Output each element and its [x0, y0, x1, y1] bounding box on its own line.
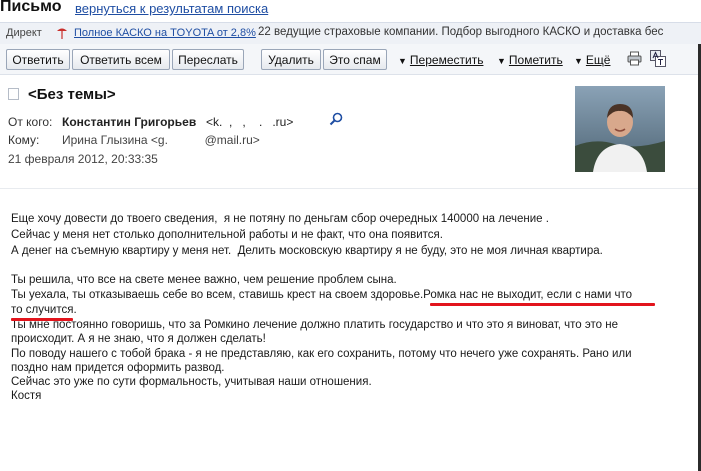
recipient[interactable]: Ирина Глызина <g. @mail.ru> [62, 133, 260, 147]
from-label: От кого: [8, 115, 53, 129]
sender-name[interactable]: Константин Григорьев [62, 115, 196, 129]
message-date: 21 февраля 2012, 20:33:35 [8, 152, 158, 166]
move-label: Переместить [409, 53, 484, 67]
flag-icon[interactable] [8, 88, 19, 100]
body-line: поздно нам придется оформить развод. [11, 362, 225, 374]
direct-label: Директ [6, 27, 42, 39]
page-title: Письмо [0, 0, 62, 15]
direct-ad-link[interactable]: Полное КАСКО на TOYOTA от 2,8% [74, 27, 256, 39]
mark-menu[interactable]: ▼ Пометить [497, 53, 563, 67]
body-line: Сейчас это уже по сути формальность, учи… [11, 376, 372, 388]
mark-label: Пометить [508, 53, 563, 67]
highlight-underline [430, 303, 655, 306]
message-toolbar: Ответить Ответить всем Переслать Удалить… [0, 44, 701, 75]
direct-ad-text: 22 ведущие страховые компании. Подбор вы… [258, 26, 664, 38]
back-to-search-link[interactable]: вернуться к результатам поиска [75, 1, 268, 16]
body-line: А денег на съемную квартиру у меня нет. … [11, 245, 603, 257]
spam-button[interactable]: Это спам [323, 49, 387, 70]
highlight-underline [11, 318, 73, 321]
direct-ad-icon [57, 28, 67, 39]
to-label: Кому: [8, 133, 40, 147]
avatar-photo [575, 86, 665, 172]
header-divider [0, 188, 698, 189]
forward-button[interactable]: Переслать [172, 49, 244, 70]
print-icon[interactable] [627, 51, 642, 66]
direct-ad-bar: Директ Полное КАСКО на TOYOTA от 2,8% 22… [0, 22, 701, 45]
body-line: то случится. [11, 304, 77, 316]
move-dropdown-icon: ▼ [398, 56, 407, 66]
sender-email[interactable]: <k. , , . .ru> [206, 115, 293, 129]
body-line: Ты уехала, ты отказываешь себе во всем, … [11, 289, 633, 301]
body-line: Ты решила, что все на свете менее важно,… [11, 274, 397, 286]
delete-button[interactable]: Удалить [261, 49, 321, 70]
move-menu[interactable]: ▼ Переместить [398, 53, 483, 67]
body-line: Еще хочу довести до твоего сведения, я н… [11, 213, 549, 225]
reply-all-button[interactable]: Ответить всем [72, 49, 170, 70]
body-line: Ты мне постоянно говоришь, что за Ромкин… [11, 319, 618, 331]
mark-dropdown-icon: ▼ [497, 56, 506, 66]
search-icon[interactable] [329, 112, 343, 126]
translate-icon[interactable] [650, 50, 666, 67]
body-line: Сейчас у меня нет столько дополнительной… [11, 229, 443, 241]
body-line: По поводу нашего с тобой брака - я не пр… [11, 348, 632, 360]
more-dropdown-icon: ▼ [574, 56, 583, 66]
more-menu[interactable]: ▼ Ещё [574, 53, 610, 67]
message-subject: <Без темы> [28, 86, 116, 103]
more-label: Ещё [585, 53, 611, 67]
reply-button[interactable]: Ответить [6, 49, 70, 70]
body-line: Костя [11, 390, 42, 402]
body-line: происходит. А я не знаю, что я должен сд… [11, 333, 266, 345]
